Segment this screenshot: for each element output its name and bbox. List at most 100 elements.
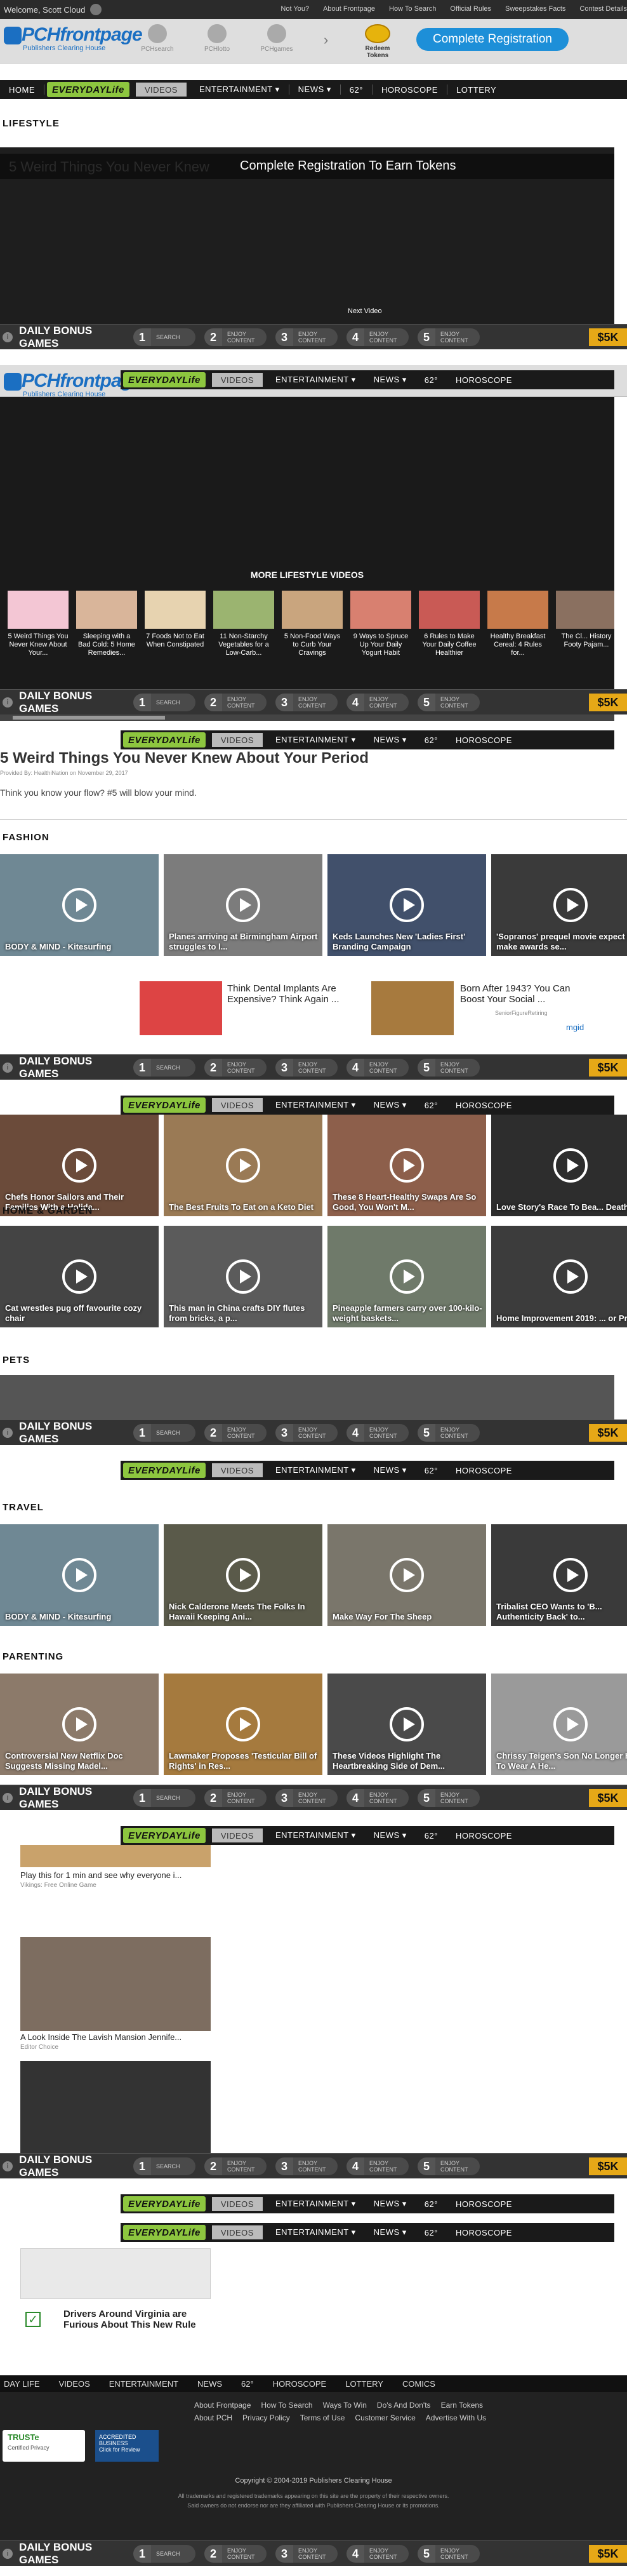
play-icon[interactable] (226, 888, 260, 922)
more-video-title[interactable]: 5 Weird Things You Never Knew About Your… (8, 633, 69, 657)
video-thumbnail[interactable]: Pineapple farmers carry over 100-kilo-we… (327, 1226, 486, 1327)
sponsored-title[interactable]: Play this for 1 min and see why everyone… (20, 1870, 182, 1880)
bbb-badge[interactable]: ACCREDITED BUSINESS Click for Review (95, 2430, 159, 2462)
sponsored-title[interactable]: Drivers Around Virginia are Furious Abou… (63, 2309, 203, 2330)
nav-everyday-life[interactable]: EVERYDAYLife (123, 732, 206, 748)
video-player[interactable]: 5 Weird Things You Never Knew Complete R… (0, 147, 614, 324)
sponsored-image[interactable] (20, 1845, 211, 1867)
video-card-title[interactable]: Love Story's Race To Bea... Death (496, 1202, 627, 1212)
nav-entertainment[interactable]: ENTERTAINMENT ▾ (267, 370, 365, 389)
more-video-thumbnail[interactable] (8, 591, 69, 629)
more-video-title[interactable]: 6 Rules to Make Your Daily Coffee Health… (419, 633, 480, 657)
nav-everyday-life[interactable]: EVERYDAYLife (47, 82, 129, 97)
play-icon[interactable] (390, 1259, 424, 1294)
nav-news[interactable]: NEWS ▾ (289, 80, 340, 99)
video-card-title[interactable]: These 8 Heart-Healthy Swaps Are So Good,… (333, 1192, 482, 1212)
redeem-tokens-button[interactable]: Redeem Tokens (355, 24, 400, 59)
nav-news[interactable]: NEWS ▾ (365, 730, 416, 749)
video-card[interactable]: Chrissy Teigen's Son No Longer Had To We… (491, 1674, 627, 1775)
nav-entertainment[interactable]: ENTERTAINMENT ▾ (267, 1826, 365, 1845)
chevron-right-icon[interactable]: › (324, 32, 334, 48)
footer-nav-item[interactable]: NEWS (197, 2379, 222, 2389)
video-thumbnail[interactable]: Planes arriving at Birmingham Airport st… (164, 854, 322, 956)
official-rules-link[interactable]: Official Rules (450, 5, 491, 13)
pch-games-icon[interactable]: PCHgames (253, 24, 301, 53)
video-thumbnail[interactable]: Lawmaker Proposes 'Testicular Bill of Ri… (164, 1674, 322, 1775)
more-video-thumbnail[interactable] (419, 591, 480, 629)
video-card-title[interactable]: Chrissy Teigen's Son No Longer Had To We… (496, 1751, 627, 1771)
video-card[interactable]: These Videos Highlight The Heartbreaking… (327, 1674, 486, 1775)
sweepstakes-facts-link[interactable]: Sweepstakes Facts (505, 5, 565, 13)
sponsored-title[interactable]: A Look Inside The Lavish Mansion Jennife… (20, 2032, 182, 2042)
nav-weather[interactable]: 62° (416, 370, 447, 389)
nav-horoscope[interactable]: HOROSCOPE (373, 80, 447, 99)
sponsored-image[interactable] (20, 1937, 211, 2031)
registration-overlay[interactable]: Complete Registration To Earn Tokens (240, 159, 456, 173)
play-icon[interactable] (553, 1558, 588, 1592)
daily-bonus-bar[interactable]: i DAILY BONUS GAMES 1 SEARCH 2 ENJOY CONTEN… (0, 1419, 627, 1445)
play-icon[interactable] (553, 1259, 588, 1294)
more-video-thumbnail[interactable] (145, 591, 206, 629)
nav-home[interactable]: HOME (0, 80, 44, 99)
more-video-title[interactable]: 11 Non-Starchy Vegetables for a Low-Carb… (213, 633, 274, 657)
video-thumbnail[interactable]: These 8 Heart-Healthy Swaps Are So Good,… (327, 1115, 486, 1216)
footer-nav-item[interactable]: HOROSCOPE (273, 2379, 327, 2389)
sponsored-image[interactable] (20, 2248, 211, 2299)
video-thumbnail[interactable]: This man in China crafts DIY flutes from… (164, 1226, 322, 1327)
play-icon[interactable] (390, 1148, 424, 1183)
video-thumbnail[interactable]: 'Sopranos' prequel movie expect to make … (491, 854, 627, 956)
nav-horoscope[interactable]: HOROSCOPE (447, 730, 521, 749)
nav-news[interactable]: NEWS ▾ (365, 1461, 416, 1480)
nav-horoscope[interactable]: HOROSCOPE (447, 1461, 521, 1480)
video-card-title[interactable]: Make Way For The Sheep (333, 1612, 482, 1622)
not-you-link[interactable]: Not You? (280, 5, 309, 13)
play-icon[interactable] (226, 1558, 260, 1592)
nav-everyday-life[interactable]: EVERYDAYLife (123, 1828, 206, 1843)
video-thumbnail[interactable]: Chrissy Teigen's Son No Longer Had To We… (491, 1674, 627, 1775)
video-card-title[interactable]: Controversial New Netflix Doc Suggests M… (5, 1751, 155, 1771)
pch-lotto-icon[interactable]: PCHlotto (193, 24, 241, 53)
video-card-title[interactable]: Pineapple farmers carry over 100-kilo-we… (333, 1303, 482, 1324)
video-card-title[interactable]: Cat wrestles pug off favourite cozy chai… (5, 1303, 155, 1324)
video-card-title[interactable]: Tribalist CEO Wants to 'B... Authenticit… (496, 1602, 627, 1622)
truste-badge[interactable]: TRUSTe Certified Privacy (3, 2430, 85, 2462)
footer-nav-item[interactable]: 62° (241, 2379, 254, 2389)
video-card[interactable]: Tribalist CEO Wants to 'B... Authenticit… (491, 1524, 627, 1626)
video-card[interactable]: Controversial New Netflix Doc Suggests M… (0, 1674, 159, 1775)
video-card[interactable]: Lawmaker Proposes 'Testicular Bill of Ri… (164, 1674, 322, 1775)
nav-horoscope[interactable]: HOROSCOPE (447, 1096, 521, 1115)
play-icon[interactable] (62, 1558, 96, 1592)
video-card-title[interactable]: Lawmaker Proposes 'Testicular Bill of Ri… (169, 1751, 319, 1771)
more-video-title[interactable]: The Cl... History Footy Pajam... (556, 633, 614, 649)
nav-weather[interactable]: 62° (416, 2223, 447, 2242)
nav-videos[interactable]: VIDEOS (211, 2225, 263, 2239)
nav-news[interactable]: NEWS ▾ (365, 370, 416, 389)
footer-nav-item[interactable]: COMICS (402, 2379, 435, 2389)
video-card-title[interactable]: The Best Fruits To Eat on a Keto Diet (169, 1202, 319, 1212)
footer-nav-item[interactable]: ENTERTAINMENT (109, 2379, 178, 2389)
video-card-title[interactable]: These Videos Highlight The Heartbreaking… (333, 1751, 482, 1771)
video-thumbnail[interactable]: Love Story's Race To Bea... Death (491, 1115, 627, 1216)
nav-everyday-life[interactable]: EVERYDAYLife (123, 2225, 206, 2240)
nav-everyday-life[interactable]: EVERYDAYLife (123, 1463, 206, 1478)
video-card-title[interactable]: 'Sopranos' prequel movie expect to make … (496, 932, 627, 952)
contest-details-link[interactable]: Contest Details (579, 5, 627, 13)
pch-logo[interactable]: PCHfrontpage Publishers Clearing House (4, 370, 143, 398)
play-icon[interactable] (553, 1707, 588, 1741)
play-icon[interactable] (226, 1259, 260, 1294)
nav-weather[interactable]: 62° (416, 1461, 447, 1480)
nav-weather[interactable]: 62° (416, 1826, 447, 1845)
more-video-item[interactable]: The Cl... History Footy Pajam... (556, 591, 614, 649)
play-icon[interactable] (62, 1707, 96, 1741)
play-icon[interactable] (390, 1707, 424, 1741)
about-frontpage-link[interactable]: About Frontpage (323, 5, 375, 13)
ad-right-title[interactable]: Born After 1943? You Can Boost Your Soci… (460, 983, 593, 1005)
video-thumbnail[interactable]: Chefs Honor Sailors and Their Families W… (0, 1115, 159, 1216)
video-card-title[interactable]: BODY & MIND - Kitesurfing (5, 942, 155, 952)
sponsored-image[interactable] (20, 2061, 211, 2153)
footer-link[interactable]: Terms of Use (300, 2413, 345, 2422)
more-video-thumbnail[interactable] (213, 591, 274, 629)
video-card[interactable]: The Best Fruits To Eat on a Keto Diet (164, 1115, 322, 1216)
nav-videos[interactable]: VIDEOS (211, 1463, 263, 1477)
footer-link[interactable]: Earn Tokens (441, 2401, 484, 2410)
